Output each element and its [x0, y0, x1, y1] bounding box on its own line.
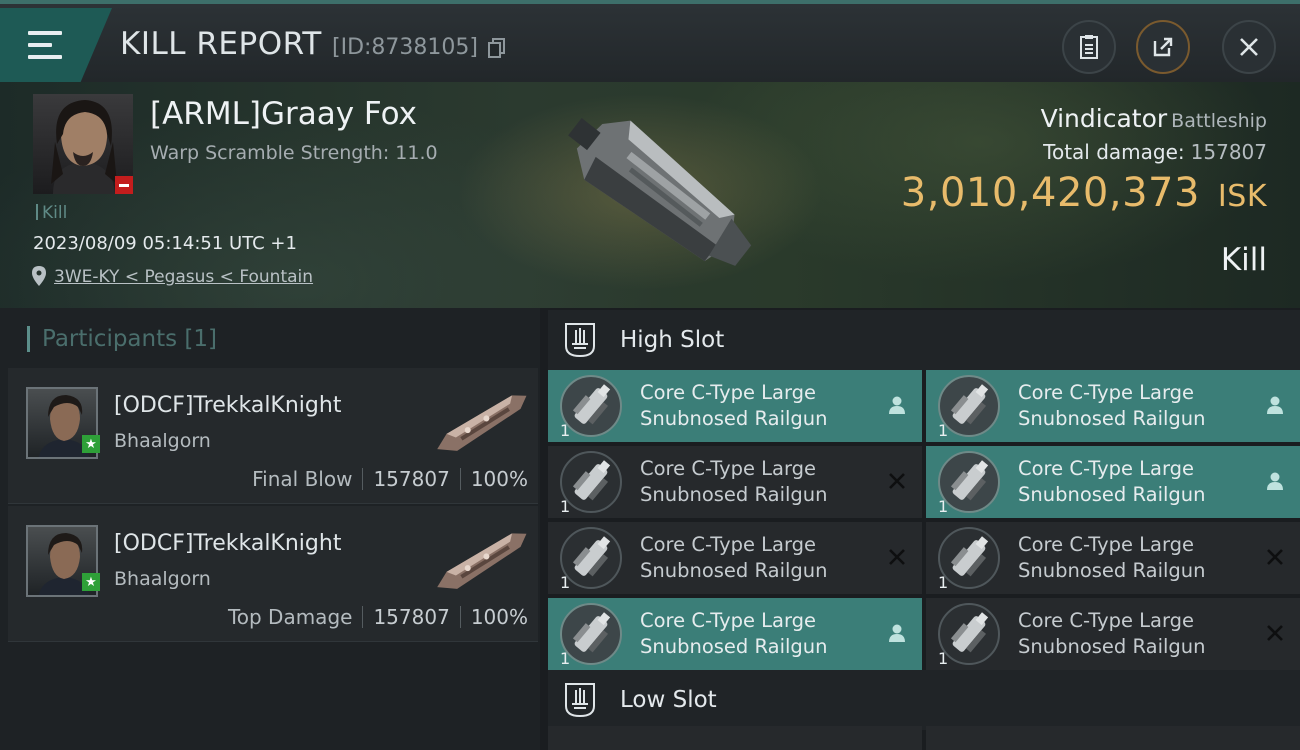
- low-slot-module[interactable]: [548, 726, 922, 750]
- participant-stats: Final Blow 157807 100%: [252, 467, 528, 491]
- module-name: Core C-Type Large Snubnosed Railgun: [1018, 457, 1206, 506]
- ally-star-icon: ★: [82, 573, 100, 591]
- low-slot-header: Low Slot: [548, 670, 1300, 730]
- participants-panel: Participants [1] ★ [ODCF]TrekkalKnight B…: [0, 308, 540, 750]
- module-name: Core C-Type Large Snubnosed Railgun: [640, 457, 828, 506]
- destroyed-x-icon: [889, 549, 905, 565]
- module-quantity: 1: [938, 421, 949, 440]
- copy-icon[interactable]: [488, 38, 506, 58]
- isk-value: 3,010,420,373 ISK: [900, 170, 1267, 216]
- module-name: Core C-Type Large Snubnosed Railgun: [1018, 533, 1206, 582]
- total-damage: Total damage: 157807: [1043, 140, 1267, 164]
- high-slot-module[interactable]: 1 Core C-Type Large Snubnosed Railgun: [926, 370, 1300, 442]
- victim-ship-name: Vindicator Battleship: [1040, 104, 1267, 133]
- destroyed-x-icon: [889, 473, 905, 489]
- dropped-person-icon: [1267, 472, 1283, 490]
- low-slot-module[interactable]: [926, 726, 1300, 750]
- kill-timestamp: 2023/08/09 05:14:51 UTC +1: [33, 233, 297, 254]
- menu-button[interactable]: [0, 8, 112, 82]
- module-quantity: 1: [560, 497, 571, 516]
- high-slot-module[interactable]: 1 Core C-Type Large Snubnosed Railgun: [548, 446, 922, 518]
- hostile-badge: [115, 176, 133, 194]
- module-name: Core C-Type Large Snubnosed Railgun: [1018, 381, 1206, 430]
- close-button[interactable]: [1222, 20, 1276, 74]
- victim-ship-image[interactable]: [530, 88, 770, 298]
- page-title: KILL REPORT: [120, 26, 322, 62]
- low-slot-icon: [565, 683, 595, 718]
- header-bar: KILL REPORT [ID:8738105]: [0, 0, 1300, 82]
- high-slot-header: High Slot: [548, 310, 1300, 370]
- dropped-person-icon: [889, 624, 905, 642]
- ally-star-icon: ★: [82, 435, 100, 453]
- high-slot-icon: [565, 323, 595, 358]
- high-slot-module[interactable]: 1 Core C-Type Large Snubnosed Railgun: [548, 598, 922, 670]
- hamburger-icon: [28, 31, 62, 59]
- location-link[interactable]: 3WE-KY < Pegasus < Fountain: [54, 267, 313, 287]
- module-quantity: 1: [560, 573, 571, 592]
- participant-ship-image: [437, 395, 527, 451]
- victim-banner: [ARML]Graay Fox Warp Scramble Strength: …: [0, 82, 1300, 308]
- participant-row[interactable]: ★ [ODCF]TrekkalKnight Bhaalgorn Top Dama…: [8, 506, 538, 642]
- participant-row[interactable]: ★ [ODCF]TrekkalKnight Bhaalgorn Final Bl…: [8, 368, 538, 504]
- module-name: Core C-Type Large Snubnosed Railgun: [640, 609, 828, 658]
- high-slot-module[interactable]: 1 Core C-Type Large Snubnosed Railgun: [548, 522, 922, 594]
- destroyed-x-icon: [1267, 625, 1283, 641]
- dropped-person-icon: [889, 396, 905, 414]
- participant-ship-image: [437, 533, 527, 589]
- share-icon: [1153, 37, 1173, 57]
- participant-name[interactable]: [ODCF]TrekkalKnight: [114, 531, 341, 556]
- participant-name[interactable]: [ODCF]TrekkalKnight: [114, 393, 341, 418]
- dropped-person-icon: [1267, 396, 1283, 414]
- clipboard-icon: [1080, 35, 1098, 59]
- destroyed-x-icon: [1267, 549, 1283, 565]
- module-name: Core C-Type Large Snubnosed Railgun: [640, 533, 828, 582]
- report-id: [ID:8738105]: [332, 35, 478, 60]
- participants-title: Participants [1]: [27, 326, 217, 352]
- clipboard-button[interactable]: [1062, 20, 1116, 74]
- module-quantity: 1: [560, 421, 571, 440]
- fitting-panel: High Slot 1 Core C-Type Large Snubnosed Ra…: [540, 308, 1300, 750]
- module-quantity: 1: [938, 573, 949, 592]
- module-quantity: 1: [560, 649, 571, 668]
- victim-name[interactable]: [ARML]Graay Fox: [150, 96, 417, 132]
- module-quantity: 1: [938, 649, 949, 668]
- result-label: Kill: [1220, 242, 1267, 278]
- share-button[interactable]: [1136, 20, 1190, 74]
- module-quantity: 1: [938, 497, 949, 516]
- module-name: Core C-Type Large Snubnosed Railgun: [640, 381, 828, 430]
- participant-ship: Bhaalgorn: [114, 430, 211, 452]
- module-name: Core C-Type Large Snubnosed Railgun: [1018, 609, 1206, 658]
- victim-ship-class: Battleship: [1171, 110, 1267, 132]
- participant-ship: Bhaalgorn: [114, 568, 211, 590]
- high-slot-module[interactable]: 1 Core C-Type Large Snubnosed Railgun: [548, 370, 922, 442]
- location-pin-icon: [32, 266, 46, 286]
- kill-tag: Kill: [36, 203, 67, 223]
- participant-stats: Top Damage 157807 100%: [227, 605, 528, 629]
- high-slot-module[interactable]: 1 Core C-Type Large Snubnosed Railgun: [926, 598, 1300, 670]
- high-slot-module[interactable]: 1 Core C-Type Large Snubnosed Railgun: [926, 446, 1300, 518]
- close-icon: [1240, 38, 1258, 56]
- victim-subtitle: Warp Scramble Strength: 11.0: [150, 142, 438, 164]
- high-slot-module[interactable]: 1 Core C-Type Large Snubnosed Railgun: [926, 522, 1300, 594]
